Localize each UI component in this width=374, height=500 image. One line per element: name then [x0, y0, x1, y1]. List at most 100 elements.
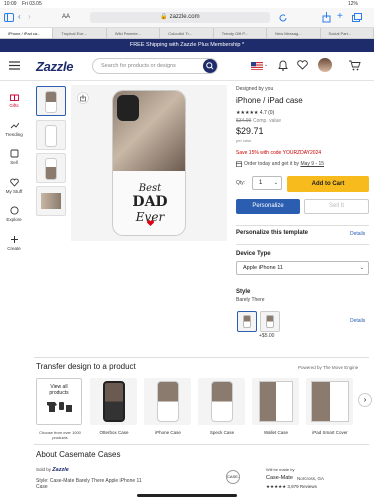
product-card-speck[interactable]: [198, 378, 245, 425]
tabs-overview-icon[interactable]: [352, 13, 362, 22]
maker-name[interactable]: Case-Mate: [266, 475, 293, 481]
product-card-iphone[interactable]: [144, 378, 191, 425]
nav-explore[interactable]: Explore: [2, 206, 26, 222]
delivery-date[interactable]: May 9 - 15: [300, 161, 324, 167]
product-thumbnail[interactable]: [36, 153, 66, 183]
device-type-select[interactable]: Apple iPhone 11 ⌄: [236, 261, 369, 275]
personalize-button[interactable]: Personalize: [236, 199, 300, 214]
qty-value: 1: [259, 180, 263, 186]
style-option-barely-there[interactable]: [237, 311, 257, 332]
tab[interactable]: Trendy Gift P...: [214, 28, 268, 38]
tab-strip: iPhone / iPad ca... Tropical Eve... Wild…: [0, 28, 374, 39]
device-type-value: Apple iPhone 11: [243, 265, 283, 271]
comp-value: Comp. value: [253, 118, 282, 124]
promo-banner[interactable]: FREE Shipping with Zazzle Plus Membershi…: [0, 39, 374, 52]
tab[interactable]: Colourful Tr...: [160, 28, 214, 38]
trending-icon: [10, 122, 19, 129]
sidebar-toggle-icon[interactable]: [4, 13, 14, 22]
forward-icon[interactable]: ›: [28, 12, 31, 21]
transfer-title: Transfer design to a product: [36, 362, 136, 371]
tab[interactable]: Tropical Eve...: [53, 28, 107, 38]
zazzle-logo[interactable]: Zazzle: [36, 59, 74, 74]
rating[interactable]: ★★★★★ 4.7 (0): [236, 110, 274, 116]
new-tab-icon[interactable]: +: [337, 11, 343, 22]
chevron-down-icon: ⌄: [359, 265, 364, 271]
chevron-down-icon: ⌄: [273, 180, 278, 186]
nav-sell[interactable]: Sell: [2, 149, 26, 165]
camera-cutout: [117, 95, 139, 121]
delivery-text: Order today and get it by May 9 - 15: [244, 161, 324, 167]
case-mate-logo: CASE-MATE: [226, 470, 240, 484]
nav-label: Explore: [6, 217, 22, 222]
tab[interactable]: Social Part...: [321, 28, 374, 38]
cart-icon[interactable]: [349, 60, 361, 71]
tab[interactable]: iPhone / iPad ca...: [0, 28, 54, 38]
product-thumbnail[interactable]: [36, 186, 66, 216]
address-bar[interactable]: 🔒 zazzle.com: [90, 12, 270, 23]
style-extra-price: +$5.00: [259, 333, 275, 339]
product-card-label: Otterbox Case: [99, 430, 129, 435]
product-thumbnail[interactable]: [36, 120, 66, 150]
tab[interactable]: Wild Parente...: [107, 28, 161, 38]
sell-it-button[interactable]: Sell It: [304, 199, 369, 214]
search-icon: [206, 62, 214, 70]
product-card-ipad[interactable]: [306, 378, 353, 425]
bell-icon[interactable]: [278, 60, 288, 71]
maker-location: Norcross, GA: [297, 476, 325, 481]
sold-by-logo[interactable]: Zazzle: [52, 467, 69, 473]
case-artwork-text: Best DAD Ever: [118, 183, 182, 224]
status-date: Fri 03.05: [22, 1, 42, 7]
artwork-line: DAD: [132, 194, 168, 210]
nav-create[interactable]: Create: [2, 235, 26, 251]
promo-code: Save 15% with code YOURZDAY2024: [236, 150, 322, 156]
nav-label: My Stuff: [5, 189, 23, 194]
carousel-next-button[interactable]: ›: [358, 393, 372, 407]
heart-icon[interactable]: [297, 60, 308, 70]
old-price: $34.99: [236, 118, 252, 124]
nav-trending[interactable]: Trending: [2, 121, 26, 137]
device-type-title: Device Type: [236, 251, 271, 257]
reload-icon[interactable]: [279, 14, 288, 22]
search-button[interactable]: [203, 59, 217, 73]
quantity-select[interactable]: 1 ⌄: [252, 176, 282, 190]
nav-gifts[interactable]: Gifts: [2, 92, 26, 108]
hamburger-menu-icon[interactable]: [9, 61, 20, 70]
case-mate-logo-text: CASE-MATE: [227, 474, 240, 479]
designed-by: Designed by you: [236, 86, 274, 92]
nav-my-stuff[interactable]: My Stuff: [2, 178, 26, 194]
back-icon[interactable]: ‹: [18, 12, 21, 21]
divider: [34, 444, 369, 445]
avatar[interactable]: [318, 58, 332, 72]
reader-aa-button[interactable]: AA: [62, 14, 70, 20]
view-all-products-card[interactable]: View all products: [36, 378, 82, 425]
tab[interactable]: New Messag...: [267, 28, 321, 38]
create-icon: [10, 236, 18, 243]
view-all-label: View all products: [49, 384, 69, 396]
delivery-prefix: Order today and get it by: [244, 161, 300, 167]
details-link[interactable]: Details: [350, 231, 365, 237]
product-thumbnail[interactable]: [36, 86, 66, 116]
heart-icon: [9, 178, 19, 187]
details-link[interactable]: Details: [350, 318, 365, 324]
product-title: iPhone / iPad case: [236, 96, 303, 105]
product-card-otterbox[interactable]: [90, 378, 137, 425]
made-by-label: Will be made by: [266, 467, 295, 472]
style-option-tough[interactable]: [260, 311, 280, 332]
artwork-line: Best: [138, 183, 162, 194]
about-title: About Casemate Cases: [36, 450, 121, 459]
product-card-wallet[interactable]: [252, 378, 299, 425]
add-to-cart-button[interactable]: Add to Cart: [287, 176, 369, 192]
search-input[interactable]: Search for products or designs: [92, 58, 218, 74]
divider: [236, 225, 369, 226]
nav-label: Trending: [5, 132, 23, 137]
phone-case-preview: Best DAD Ever: [112, 90, 186, 236]
us-flag-icon[interactable]: [251, 62, 263, 70]
maker-reviews[interactable]: ★★★★★ 3,979 Reviews: [266, 484, 317, 490]
status-time: 10:09: [4, 1, 17, 7]
share-icon[interactable]: [322, 12, 331, 23]
products-icon: [47, 402, 72, 412]
share-icon[interactable]: [77, 92, 89, 104]
chevron-down-icon[interactable]: ⌄: [264, 62, 268, 68]
price-unit: per case: [236, 138, 252, 143]
divider: [236, 244, 369, 245]
